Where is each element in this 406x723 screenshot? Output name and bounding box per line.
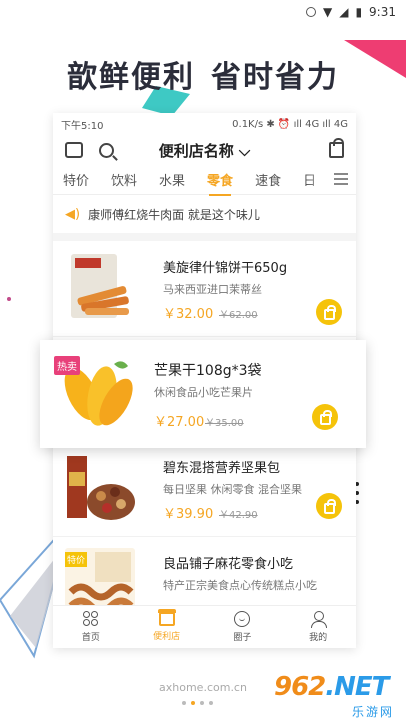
featured-product-price: ￥27.00 (154, 415, 205, 430)
category-tabs: 特价 饮料 水果 零食 速食 日 (53, 165, 356, 196)
nav-label: 首页 (81, 633, 100, 643)
nav-label: 我的 (309, 633, 328, 643)
store-name: 便利店名称 (158, 141, 234, 160)
menu-icon[interactable] (334, 173, 348, 185)
app-status-bar: 下午5:10 0.1K/s ✱ ⏰ ıll 4G ıll 4G (53, 113, 356, 135)
nav-store[interactable]: 便利店 (129, 606, 205, 648)
product-image (65, 252, 135, 326)
app-header: 便利店名称 ⌵ (53, 135, 356, 165)
notice-text: 康师傅红烧牛肉面 就是这个味儿 (88, 207, 260, 222)
tabs-fade (306, 165, 356, 194)
watermark-cn: 乐游网 (351, 705, 394, 719)
product-price: ￥32.00 (163, 307, 214, 322)
bottom-nav: 首页 便利店 圈子 我的 (53, 605, 356, 648)
profile-icon (310, 611, 328, 628)
product-name: 良品铺子麻花零食小吃 (163, 557, 294, 572)
headline-part2: 省时省力 (211, 60, 339, 95)
chevron-down-icon: ⌵ (233, 141, 251, 160)
tab-drinks[interactable]: 饮料 (111, 170, 137, 189)
divider (53, 233, 356, 241)
featured-product-desc: 休闲食品小吃芒果片 (154, 386, 253, 399)
cart-bag-icon[interactable] (329, 138, 344, 158)
headline-part1: 歆鲜便利 (67, 60, 195, 95)
bag-icon (323, 304, 336, 320)
product-info: 碧东混搭营养坚果包 每日坚果 休闲零食 混合坚果 (163, 457, 346, 497)
nav-label: 圈子 (233, 633, 252, 643)
product-price: ￥39.90 (163, 507, 214, 522)
product-info: 美旋律什锦饼干650g 马来西亚进口茉蒂丝 (163, 257, 346, 297)
page-dot (200, 701, 204, 705)
circle-icon (234, 611, 251, 627)
page-indicator (182, 701, 213, 705)
special-badge: 特价 (65, 551, 88, 567)
tab-special[interactable]: 特价 (63, 170, 89, 189)
product-name: 美旋律什锦饼干650g (163, 261, 288, 276)
product-desc: 每日坚果 休闲零食 混合坚果 (163, 483, 302, 496)
system-status-bar: ▼ ◢ ▮ 9:31 (0, 0, 406, 24)
add-to-cart-button[interactable] (312, 404, 338, 430)
watermark-number: 962 (274, 672, 326, 702)
product-item[interactable]: 碧东混搭营养坚果包 每日坚果 休闲零食 混合坚果 ￥39.90 ￥42.90 (53, 441, 356, 537)
bag-icon (319, 409, 332, 425)
tab-fruit[interactable]: 水果 (159, 170, 185, 189)
store-icon (157, 609, 176, 626)
nav-profile[interactable]: 我的 (280, 606, 356, 648)
notification-icon (305, 7, 316, 17)
promo-headline: 歆鲜便利 省时省力 (0, 52, 406, 96)
product-item[interactable]: 美旋律什锦饼干650g 马来西亚进口茉蒂丝 ￥32.00 ￥62.00 (53, 241, 356, 337)
hot-badge: 热卖 (54, 356, 80, 375)
bag-icon (323, 498, 336, 514)
product-name: 碧东混搭营养坚果包 (163, 461, 281, 476)
featured-product-card[interactable]: 热卖 芒果干108g*3袋 休闲食品小吃芒果片 ￥27.00 ￥35.00 (40, 340, 366, 448)
product-desc: 特产正宗美食点心传统糕点小吃 (163, 579, 317, 592)
add-to-cart-button[interactable] (316, 493, 342, 519)
store-name-selector[interactable]: 便利店名称 ⌵ (53, 140, 356, 161)
page-dot (209, 701, 213, 705)
page-dot (182, 701, 186, 705)
product-old-price: ￥62.00 (219, 310, 258, 321)
speaker-icon: ◀) (65, 206, 81, 222)
featured-product-name: 芒果干108g*3袋 (154, 363, 262, 379)
add-to-cart-button[interactable] (316, 299, 342, 325)
battery-icon: ▮ (355, 5, 363, 19)
page-dot-active (191, 701, 195, 705)
app-status-time: 下午5:10 (61, 120, 104, 132)
tab-snacks[interactable]: 零食 (207, 170, 233, 196)
nav-label: 便利店 (153, 632, 181, 642)
home-icon (82, 611, 99, 627)
notice-bar[interactable]: ◀) 康师傅红烧牛肉面 就是这个味儿 (53, 195, 356, 233)
product-desc: 马来西亚进口茉蒂丝 (163, 283, 262, 296)
nav-home[interactable]: 首页 (53, 606, 129, 648)
nav-circle[interactable]: 圈子 (205, 606, 281, 648)
site-watermark: 962.NET 乐游网 (274, 672, 398, 720)
app-status-indicators: 0.1K/s ✱ ⏰ ıll 4G ıll 4G (232, 118, 348, 130)
system-time: 9:31 (369, 5, 396, 19)
wifi-icon: ▼ (322, 5, 333, 19)
featured-product-old-price: ￥35.00 (205, 418, 244, 429)
tab-instant[interactable]: 速食 (255, 170, 281, 189)
product-old-price: ￥42.90 (219, 510, 258, 521)
signal-icon: ◢ (339, 5, 349, 19)
watermark-net: .NET (325, 672, 389, 702)
product-info: 良品铺子麻花零食小吃 特产正宗美食点心传统糕点小吃 (163, 553, 346, 593)
decor-small-dot (7, 297, 11, 301)
product-image (65, 452, 135, 526)
